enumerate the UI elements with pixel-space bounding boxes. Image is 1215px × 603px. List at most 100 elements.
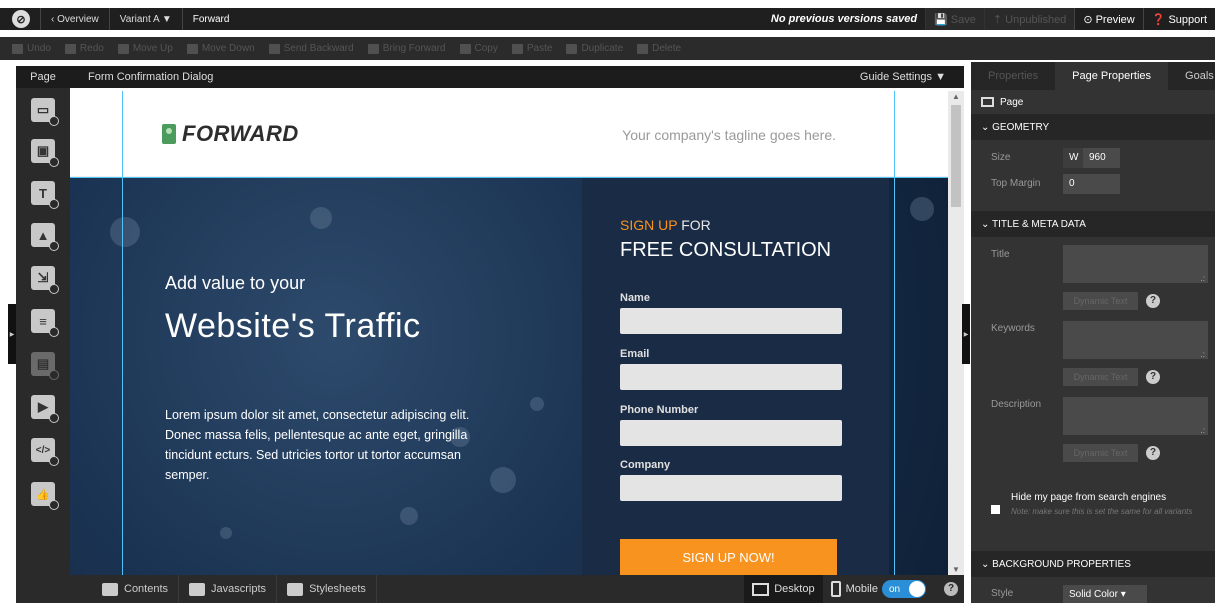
- move-up-button[interactable]: Move Up: [117, 43, 173, 54]
- hide-from-search-checkbox[interactable]: [991, 505, 1000, 514]
- save-button[interactable]: 💾 Save: [925, 8, 984, 30]
- background-section-header[interactable]: ⌄ BACKGROUND PROPERTIES: [971, 551, 1215, 577]
- send-backward-button[interactable]: Send Backward: [268, 43, 354, 54]
- help-icon[interactable]: ?: [1146, 370, 1160, 384]
- contents-label: Contents: [124, 583, 169, 595]
- mobile-view-button[interactable]: Mobile on: [823, 575, 934, 603]
- guide-line[interactable]: [70, 177, 948, 178]
- guide-line[interactable]: [122, 91, 123, 575]
- chevron-right-icon: ▶: [963, 331, 969, 338]
- width-input[interactable]: 960: [1083, 148, 1120, 168]
- lp-tagline[interactable]: Your company's tagline goes here.: [622, 127, 836, 143]
- app-logo-icon[interactable]: ⊘: [12, 10, 30, 28]
- lp-header-section[interactable]: FORWARD Your company's tagline goes here…: [70, 91, 948, 177]
- signup-button[interactable]: SIGN UP NOW!: [620, 539, 837, 575]
- help-icon[interactable]: ?: [944, 582, 958, 596]
- lp-logo-text: FORWARD: [182, 121, 299, 146]
- guide-line[interactable]: [894, 91, 895, 575]
- javascripts-button[interactable]: Javascripts: [179, 575, 278, 603]
- company-field[interactable]: [620, 475, 842, 501]
- description-field[interactable]: [1063, 397, 1208, 435]
- image-icon[interactable]: ▲: [31, 223, 59, 251]
- signup-form-panel[interactable]: SIGN UP FOR FREE CONSULTATION Name Email…: [582, 177, 889, 575]
- description-label: Description: [991, 399, 1042, 410]
- move-down-label: Move Down: [201, 43, 255, 54]
- hero-headline[interactable]: Website's Traffic: [165, 307, 421, 346]
- preview-button[interactable]: ⊙ Preview: [1074, 8, 1142, 30]
- style-row: Style Solid Color ▾: [971, 577, 1215, 603]
- unpublished-button[interactable]: ⇡ Unpublished: [983, 8, 1075, 30]
- title-dynamic-text-button[interactable]: Dynamic Text: [1063, 292, 1138, 310]
- hero-body-text[interactable]: Lorem ipsum dolor sit amet, consectetur …: [165, 405, 485, 485]
- css-icon: [287, 582, 304, 596]
- bottom-bar: Contents Javascripts Stylesheets Desktop…: [70, 575, 964, 603]
- toggle-label: on: [889, 583, 901, 595]
- style-select[interactable]: Solid Color ▾: [1063, 585, 1147, 603]
- send-backward-label: Send Backward: [283, 43, 354, 54]
- guide-settings-dropdown[interactable]: Guide Settings ▼: [860, 71, 946, 83]
- code-icon[interactable]: </>: [31, 438, 59, 466]
- bring-forward-button[interactable]: Bring Forward: [367, 43, 446, 54]
- duplicate-icon: [566, 43, 578, 54]
- redo-icon: [64, 43, 76, 54]
- undo-button[interactable]: Undo: [12, 43, 51, 54]
- background-section: ⌄ BACKGROUND PROPERTIES Style Solid Colo…: [971, 551, 1215, 603]
- contents-button[interactable]: Contents: [70, 575, 180, 603]
- company-label: Company: [620, 459, 671, 471]
- copy-button[interactable]: Copy: [459, 43, 498, 54]
- title-field[interactable]: [1063, 245, 1208, 283]
- move-down-button[interactable]: Move Down: [186, 43, 255, 54]
- variant-dropdown[interactable]: Variant A ▼: [110, 8, 182, 30]
- lp-hero-section[interactable]: Add value to your Website's Traffic Lore…: [70, 177, 948, 575]
- tab-goals[interactable]: Goals: [1168, 62, 1214, 90]
- video-icon[interactable]: ▶: [31, 395, 59, 423]
- page-name[interactable]: Forward: [183, 8, 240, 30]
- delete-button[interactable]: Delete: [637, 43, 681, 54]
- undo-icon: [12, 43, 23, 54]
- scroll-thumb[interactable]: [951, 105, 961, 207]
- mobile-toggle[interactable]: on: [882, 580, 926, 598]
- paste-button[interactable]: Paste: [511, 43, 552, 54]
- phone-field[interactable]: [620, 420, 842, 446]
- meta-section-header[interactable]: ⌄ TITLE & META DATA: [971, 211, 1215, 237]
- desktop-view-button[interactable]: Desktop: [744, 575, 823, 603]
- keywords-field[interactable]: [1063, 321, 1208, 359]
- copy-label: Copy: [474, 43, 498, 54]
- lightbox-icon[interactable]: ▤: [31, 352, 59, 380]
- text-icon[interactable]: T: [31, 181, 59, 209]
- tab-properties[interactable]: Properties: [971, 62, 1055, 90]
- scroll-down-icon[interactable]: ▼: [952, 565, 960, 574]
- keywords-dynamic-text-button[interactable]: Dynamic Text: [1063, 368, 1138, 386]
- scroll-up-icon[interactable]: ▲: [952, 92, 960, 101]
- hero-subheading[interactable]: Add value to your: [165, 273, 305, 294]
- left-panel-toggle[interactable]: ▶: [8, 304, 16, 364]
- top-margin-row: Top Margin 0: [971, 172, 1215, 202]
- title-label: Title: [991, 249, 1010, 260]
- button-icon[interactable]: ⇲: [31, 266, 59, 294]
- email-field[interactable]: [620, 364, 842, 390]
- geometry-section-header[interactable]: ⌄ GEOMETRY: [971, 114, 1215, 140]
- hide-from-search-label[interactable]: Hide my page from search engines: [1011, 492, 1211, 503]
- redo-button[interactable]: Redo: [64, 43, 104, 54]
- name-field[interactable]: [620, 308, 842, 334]
- tab-page-properties[interactable]: Page Properties: [1055, 62, 1169, 90]
- support-button[interactable]: ❓ Support: [1142, 8, 1215, 30]
- section-icon[interactable]: ▭: [31, 98, 59, 126]
- description-dynamic-text-button[interactable]: Dynamic Text: [1063, 444, 1138, 462]
- page-tab[interactable]: Page: [16, 66, 70, 88]
- stylesheets-button[interactable]: Stylesheets: [277, 575, 377, 603]
- redo-label: Redo: [79, 43, 104, 54]
- help-icon[interactable]: ?: [1146, 446, 1160, 460]
- duplicate-button[interactable]: Duplicate: [566, 43, 623, 54]
- overview-link[interactable]: ‹ Overview: [41, 8, 109, 30]
- lp-logo[interactable]: FORWARD: [162, 121, 299, 147]
- form-icon[interactable]: ≡: [31, 309, 59, 337]
- box-icon[interactable]: ▣: [31, 139, 59, 167]
- page-canvas[interactable]: FORWARD Your company's tagline goes here…: [70, 91, 948, 575]
- help-icon[interactable]: ?: [1146, 294, 1160, 308]
- right-panel-toggle[interactable]: ▶: [962, 304, 970, 364]
- social-icon[interactable]: 👍: [31, 482, 59, 510]
- stylesheets-label: Stylesheets: [309, 583, 366, 595]
- top-margin-input[interactable]: 0: [1063, 174, 1120, 194]
- bring-forward-icon: [367, 43, 379, 54]
